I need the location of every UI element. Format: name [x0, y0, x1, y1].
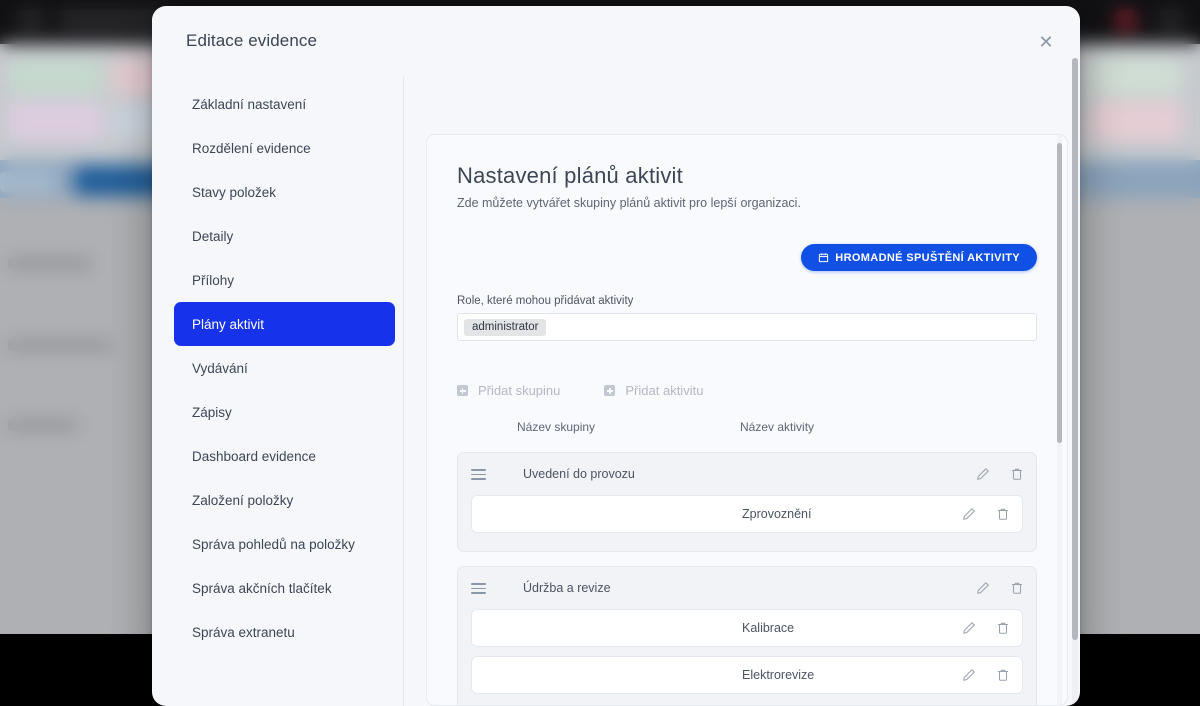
close-icon[interactable]: ✕: [1032, 28, 1060, 56]
content-wrapper: Nastavení plánů aktivit Zde můžete vytvá…: [404, 76, 1068, 706]
sidebar-item-9[interactable]: Založení položky: [174, 478, 395, 522]
activity-group-name: Uvedení do provozu: [523, 467, 635, 481]
delete-trash-icon[interactable]: [996, 507, 1010, 521]
activity-group-header: Uvedení do provozu: [458, 453, 1036, 495]
sidebar-item-label: Správa akčních tlačítek: [192, 581, 332, 596]
activity-group-header: Údržba a revize: [458, 567, 1036, 609]
delete-trash-icon[interactable]: [1010, 467, 1024, 481]
sidebar-item-3[interactable]: Detaily: [174, 214, 395, 258]
page-subtitle: Zde můžete vytvářet skupiny plánů aktivi…: [457, 196, 1037, 210]
drag-handle-icon[interactable]: [471, 466, 486, 481]
activity-name: Elektrorevize: [742, 668, 814, 682]
sidebar-item-4[interactable]: Přílohy: [174, 258, 395, 302]
sidebar-item-label: Plány aktivit: [192, 317, 264, 332]
sidebar-item-6[interactable]: Vydávání: [174, 346, 395, 390]
activity-name: Kalibrace: [742, 621, 794, 635]
modal-title: Editace evidence: [186, 31, 317, 51]
sidebar-item-10[interactable]: Správa pohledů na položky: [174, 522, 395, 566]
activity-row-actions: [962, 657, 1010, 693]
delete-trash-icon[interactable]: [1010, 581, 1024, 595]
bulk-start-activity-button[interactable]: HROMADNÉ SPUŠTĚNÍ AKTIVITY: [801, 244, 1037, 271]
sidebar-item-label: Založení položky: [192, 493, 293, 508]
activity-name: Zprovoznění: [742, 507, 811, 521]
activity-plans-panel: Nastavení plánů aktivit Zde můžete vytvá…: [426, 134, 1068, 706]
settings-sidebar: Základní nastavení Rozdělení evidence Stav…: [174, 76, 404, 706]
add-activity-button[interactable]: Přidat aktivitu: [604, 383, 703, 398]
delete-trash-icon[interactable]: [996, 668, 1010, 682]
sidebar-item-label: Základní nastavení: [192, 97, 306, 112]
sidebar-item-label: Přílohy: [192, 273, 234, 288]
drag-handle-icon[interactable]: [471, 580, 486, 595]
edit-pencil-icon[interactable]: [962, 668, 976, 682]
modal-scrollbar-thumb[interactable]: [1072, 58, 1078, 640]
group-row-actions: [976, 567, 1024, 609]
activity-groups-list: Uvedení do provozu Zprovoznění Údržba a re…: [457, 452, 1037, 706]
modal-body: Základní nastavení Rozdělení evidence Stav…: [152, 76, 1080, 706]
column-header-group: Název skupiny: [517, 420, 595, 434]
edit-pencil-icon[interactable]: [962, 621, 976, 635]
edit-pencil-icon[interactable]: [976, 467, 990, 481]
group-row-actions: [976, 453, 1024, 495]
sidebar-item-label: Detaily: [192, 229, 233, 244]
sidebar-item-0[interactable]: Základní nastavení: [174, 82, 395, 126]
roles-input[interactable]: administrator: [457, 313, 1037, 341]
sidebar-item-label: Zápisy: [192, 405, 232, 420]
delete-trash-icon[interactable]: [996, 621, 1010, 635]
plus-square-icon: [457, 385, 468, 396]
sidebar-item-label: Vydávání: [192, 361, 248, 376]
sidebar-item-label: Dashboard evidence: [192, 449, 316, 464]
roles-field-label: Role, které mohou přidávat aktivity: [457, 295, 1037, 307]
add-actions-row: Přidat skupinu Přidat aktivitu: [457, 383, 1037, 398]
sidebar-item-label: Rozdělení evidence: [192, 141, 311, 156]
add-group-button[interactable]: Přidat skupinu: [457, 383, 560, 398]
panel-scrollbar-thumb[interactable]: [1057, 143, 1062, 443]
sidebar-item-8[interactable]: Dashboard evidence: [174, 434, 395, 478]
sidebar-item-label: Správa pohledů na položky: [192, 537, 355, 552]
table-column-headers: Název skupiny Název aktivity: [457, 420, 1037, 438]
sidebar-item-2[interactable]: Stavy položek: [174, 170, 395, 214]
activity-group-name: Údržba a revize: [523, 581, 611, 595]
sidebar-item-5[interactable]: Plány aktivit: [174, 302, 395, 346]
activity-row[interactable]: Zprovoznění: [471, 495, 1023, 533]
sidebar-item-label: Stavy položek: [192, 185, 276, 200]
column-header-activity: Název aktivity: [740, 420, 814, 434]
activity-row[interactable]: Kalibrace: [471, 609, 1023, 647]
role-token[interactable]: administrator: [464, 319, 546, 336]
add-group-label: Přidat skupinu: [478, 383, 560, 398]
edit-record-modal: Editace evidence ✕ Základní nastavení Roz…: [152, 6, 1080, 706]
activity-group-card: Uvedení do provozu Zprovoznění: [457, 452, 1037, 552]
panel-action-row: HROMADNÉ SPUŠTĚNÍ AKTIVITY: [457, 244, 1037, 271]
sidebar-item-12[interactable]: Správa extranetu: [174, 610, 395, 654]
sidebar-item-1[interactable]: Rozdělení evidence: [174, 126, 395, 170]
bulk-start-activity-label: HROMADNÉ SPUŠTĚNÍ AKTIVITY: [835, 252, 1020, 264]
modal-header: Editace evidence ✕: [152, 6, 1080, 76]
activity-group-card: Údržba a revize Kalibrace Elektrorevize: [457, 566, 1037, 706]
activity-row-actions: [962, 610, 1010, 646]
edit-pencil-icon[interactable]: [976, 581, 990, 595]
add-activity-label: Přidat aktivitu: [625, 383, 703, 398]
sidebar-item-label: Správa extranetu: [192, 625, 295, 640]
calendar-icon: [818, 252, 829, 263]
sidebar-item-7[interactable]: Zápisy: [174, 390, 395, 434]
sidebar-item-11[interactable]: Správa akčních tlačítek: [174, 566, 395, 610]
activity-row[interactable]: Elektrorevize: [471, 656, 1023, 694]
edit-pencil-icon[interactable]: [962, 507, 976, 521]
plus-square-icon: [604, 385, 615, 396]
page-title: Nastavení plánů aktivit: [457, 163, 1037, 189]
activity-row-actions: [962, 496, 1010, 532]
